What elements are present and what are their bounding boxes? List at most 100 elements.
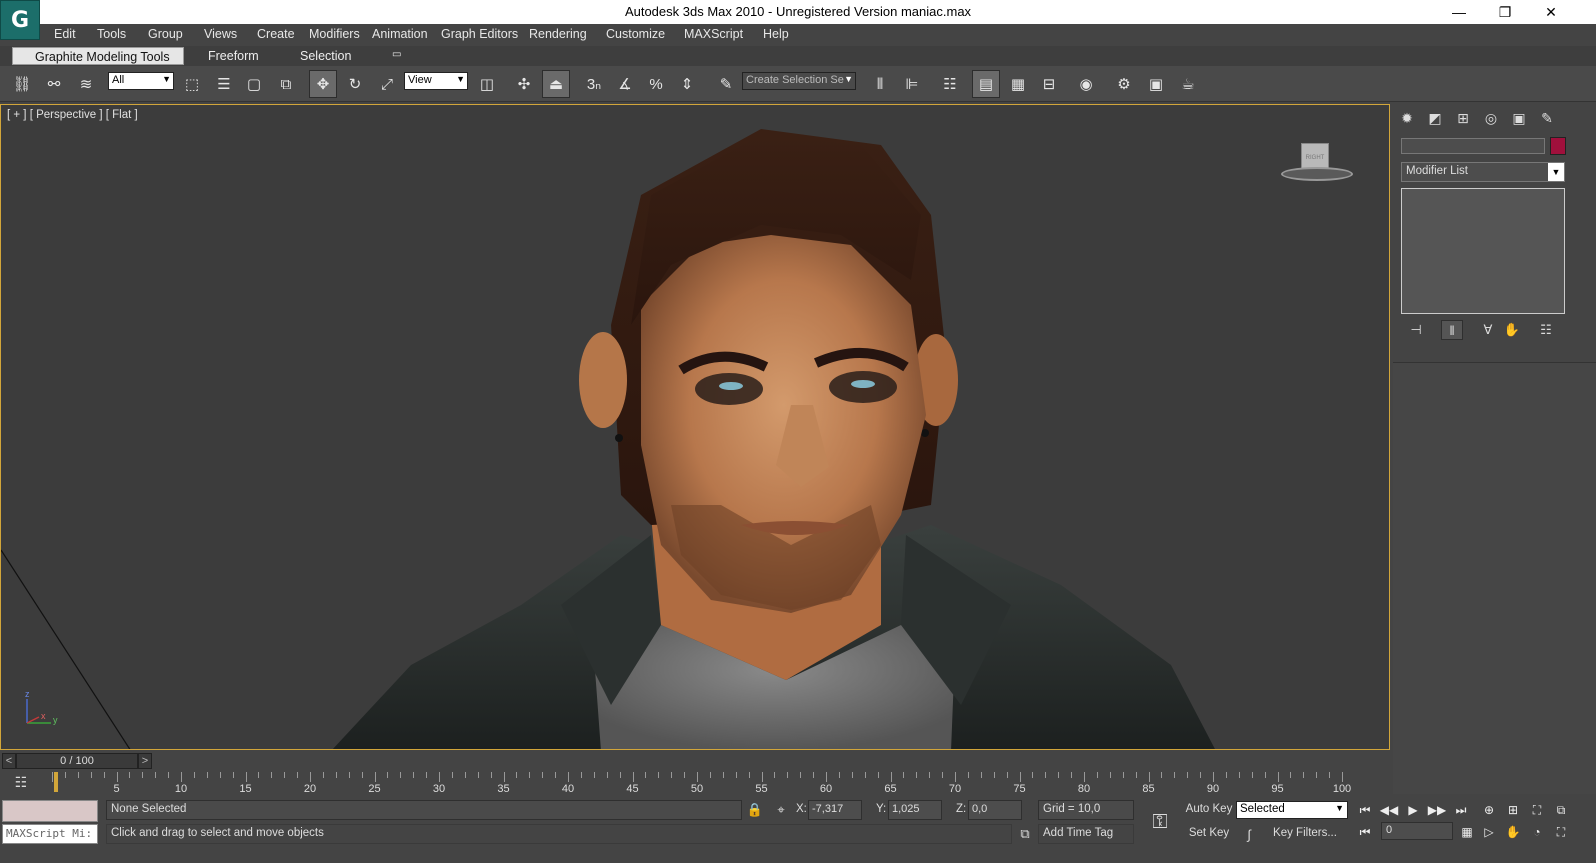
edit-named-selection-icon[interactable]: ✎ (712, 70, 740, 98)
close-button[interactable]: ✕ (1528, 0, 1574, 24)
motion-panel-icon[interactable]: ◎ (1479, 107, 1503, 129)
pivot-center-icon[interactable]: ◫ (473, 70, 501, 98)
modify-panel-icon[interactable]: ◩ (1423, 107, 1447, 129)
select-manipulate-icon[interactable]: ✣ (510, 70, 538, 98)
tab-selection[interactable]: Selection (300, 47, 370, 65)
tab-graphite-modeling-tools[interactable]: Graphite Modeling Tools (12, 47, 184, 65)
selection-filter-dropdown[interactable]: All ▼ (108, 72, 174, 90)
add-time-tag-button[interactable]: Add Time Tag (1038, 824, 1134, 844)
ribbon-options-icon[interactable]: ▭ (392, 47, 408, 65)
default-tangent-icon[interactable]: ∫ (1238, 824, 1260, 844)
menu-create[interactable]: Create (257, 27, 295, 41)
absolute-mode-icon[interactable]: ⌖ (770, 800, 792, 820)
remove-modifier-icon[interactable]: ✋ (1501, 320, 1523, 340)
menu-modifiers[interactable]: Modifiers (309, 27, 360, 41)
select-and-scale-icon[interactable]: ⤢ (373, 70, 401, 98)
window-crossing-icon[interactable]: ⧉ (272, 70, 300, 98)
current-frame-spinner[interactable]: 0 (1381, 822, 1453, 840)
x-coordinate-field[interactable]: -7,317 (808, 800, 862, 820)
track-bar-menu-icon[interactable]: ☷ (8, 774, 34, 794)
menu-animation[interactable]: Animation (372, 27, 428, 41)
menu-tools[interactable]: Tools (97, 27, 126, 41)
key-filters-button[interactable]: Key Filters... (1264, 824, 1346, 844)
previous-frame-icon[interactable]: ◀◀ (1378, 800, 1400, 820)
select-object-icon[interactable]: ⬚ (178, 70, 206, 98)
percent-snap-icon[interactable]: % (642, 70, 670, 98)
field-of-view-icon[interactable]: ▷ (1478, 822, 1500, 842)
menu-graph-editors[interactable]: Graph Editors (441, 27, 518, 41)
maxscript-mini-listener-input[interactable]: MAXScript Mi: (2, 824, 98, 844)
track-bar[interactable]: ☷ 5 10 15 20 25 30 35 40 45 50 55 60 65 70 75 80 85 90 95 1… (0, 770, 1390, 798)
render-setup-icon[interactable]: ⚙ (1110, 70, 1138, 98)
select-and-rotate-icon[interactable]: ↻ (341, 70, 369, 98)
make-unique-icon[interactable]: ∀ (1477, 320, 1499, 340)
perspective-viewport[interactable]: [ + ] [ Perspective ] [ Flat ] RIGHT z x… (0, 104, 1390, 750)
menu-customize[interactable]: Customize (606, 27, 665, 41)
snaps-toggle-icon[interactable]: 3ₙ (580, 70, 608, 98)
tab-freeform[interactable]: Freeform (208, 47, 278, 65)
rectangular-selection-icon[interactable]: ▢ (240, 70, 268, 98)
menu-edit[interactable]: Edit (54, 27, 76, 41)
named-selection-sets-dropdown[interactable]: Create Selection Se ▼ (742, 72, 856, 90)
pan-view-icon[interactable]: ✋ (1502, 822, 1524, 842)
maximize-button[interactable]: ❐ (1482, 0, 1528, 24)
schematic-view-icon[interactable]: ⊟ (1035, 70, 1063, 98)
utilities-panel-icon[interactable]: ✎ (1535, 107, 1559, 129)
go-to-start-icon[interactable]: ⏮ (1354, 800, 1376, 820)
hierarchy-panel-icon[interactable]: ⊞ (1451, 107, 1475, 129)
menu-views[interactable]: Views (204, 27, 237, 41)
time-slider-prev[interactable]: < (2, 753, 16, 769)
modifier-stack[interactable] (1401, 188, 1565, 314)
angle-snap-icon[interactable]: ∡ (611, 70, 639, 98)
render-production-icon[interactable]: ☕ (1174, 70, 1202, 98)
zoom-extents-icon[interactable]: ⛶ (1526, 800, 1548, 820)
keyboard-shortcut-override-icon[interactable]: ⏏ (542, 70, 570, 98)
time-slider-thumb[interactable]: 0 / 100 (16, 753, 138, 769)
viewcube[interactable]: RIGHT (1281, 141, 1353, 185)
menu-group[interactable]: Group (148, 27, 183, 41)
unlink-icon[interactable]: ⚯ (40, 70, 68, 98)
lock-icon[interactable]: 🔒 (744, 800, 766, 820)
show-end-result-icon[interactable]: ‖ (1441, 320, 1463, 340)
maximize-viewport-icon[interactable]: ⛶ (1550, 822, 1572, 842)
track-bar-ruler[interactable]: 5 10 15 20 25 30 35 40 45 50 55 60 65 70 75 80 85 90 95 100 (52, 770, 1351, 798)
modifier-list-dropdown[interactable]: Modifier List ▼ (1401, 162, 1565, 182)
time-tag-icon[interactable]: ⧉ (1014, 824, 1036, 844)
time-configuration-icon[interactable]: ▦ (1456, 822, 1478, 842)
pin-stack-icon[interactable]: ⊣ (1405, 320, 1427, 340)
configure-modifier-sets-icon[interactable]: ☷ (1535, 320, 1557, 340)
layer-manager-icon[interactable]: ☷ (936, 70, 964, 98)
zoom-icon[interactable]: ⊕ (1478, 800, 1500, 820)
set-key-button[interactable]: Set Key (1184, 824, 1234, 844)
spinner-snap-icon[interactable]: ⇕ (673, 70, 701, 98)
play-icon[interactable]: ▶ (1402, 800, 1424, 820)
material-editor-icon[interactable]: ◉ (1072, 70, 1100, 98)
minimize-button[interactable]: — (1436, 0, 1482, 24)
time-slider[interactable]: < 0 / 100 > (0, 752, 1390, 770)
object-name-field[interactable] (1401, 138, 1545, 154)
auto-key-button[interactable]: Auto Key (1184, 800, 1234, 820)
key-mode-dropdown[interactable]: Selected ▼ (1236, 801, 1348, 819)
z-coordinate-field[interactable]: 0,0 (968, 800, 1022, 820)
time-slider-next[interactable]: > (138, 753, 152, 769)
object-color-swatch[interactable] (1550, 137, 1566, 155)
select-and-move-icon[interactable]: ✥ (309, 70, 337, 98)
link-icon[interactable]: ⛓ (8, 70, 36, 98)
next-frame-icon[interactable]: ▶▶ (1426, 800, 1448, 820)
curve-editor-icon[interactable]: ▦ (1004, 70, 1032, 98)
create-panel-icon[interactable]: ✹ (1395, 107, 1419, 129)
reference-coordinate-dropdown[interactable]: View ▼ (404, 72, 468, 90)
select-by-name-icon[interactable]: ☰ (210, 70, 238, 98)
key-mode-toggle-icon[interactable]: ⏮ (1354, 822, 1376, 842)
graphite-toggle-icon[interactable]: ▤ (972, 70, 1000, 98)
menu-help[interactable]: Help (763, 27, 789, 41)
bind-space-warp-icon[interactable]: ≋ (72, 70, 100, 98)
rendered-frame-window-icon[interactable]: ▣ (1142, 70, 1170, 98)
display-panel-icon[interactable]: ▣ (1507, 107, 1531, 129)
viewport-label[interactable]: [ + ] [ Perspective ] [ Flat ] (7, 109, 138, 121)
menu-rendering[interactable]: Rendering (529, 27, 587, 41)
menu-maxscript[interactable]: MAXScript (684, 27, 743, 41)
align-icon[interactable]: ⊫ (898, 70, 926, 98)
app-menu-button[interactable]: G (0, 0, 40, 40)
go-to-end-icon[interactable]: ⏭ (1450, 800, 1472, 820)
